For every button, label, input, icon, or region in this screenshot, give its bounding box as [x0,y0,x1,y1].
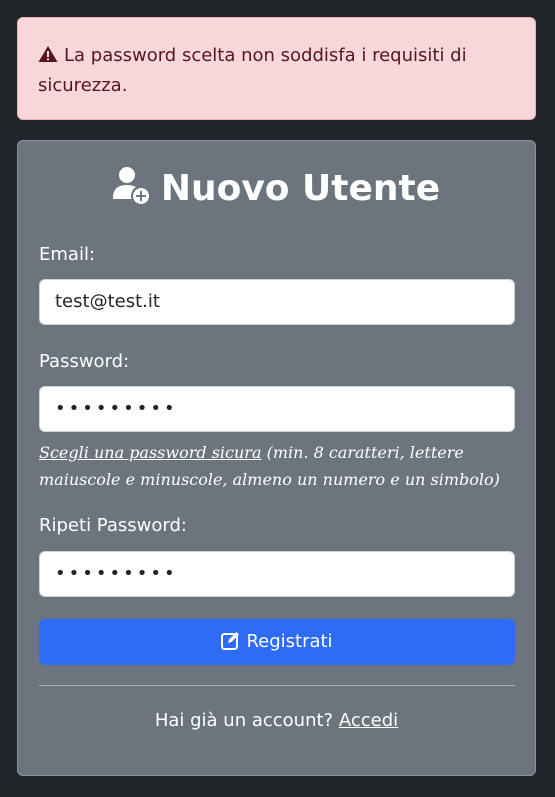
error-alert: La password scelta non soddisfa i requis… [17,17,536,120]
email-label: Email: [39,244,96,265]
repeat-password-input[interactable]: ••••••••• [39,551,515,597]
warning-icon [38,46,58,62]
password-label: Password: [39,351,130,372]
title-text: Nuovo Utente [160,168,441,209]
page-title: Nuovo Utente [18,163,535,215]
login-link[interactable]: Accedi [339,710,398,731]
register-button[interactable]: Registrati [39,619,515,665]
alert-text: La password scelta non soddisfa i requis… [38,45,467,96]
user-plus-icon [112,167,149,204]
login-prompt: Hai già un account? Accedi [18,707,535,735]
register-button-label: Registrati [246,631,333,652]
repeat-password-label: Ripeti Password: [39,515,187,536]
register-card: Nuovo Utente Email: test@test.it Passwor… [17,140,536,776]
email-input[interactable]: test@test.it [39,279,515,325]
password-input[interactable]: ••••••••• [39,386,515,432]
password-hint: Scegli una password sicura (min. 8 carat… [39,439,519,493]
login-prompt-text: Hai già un account? [154,710,334,731]
divider [39,685,515,686]
password-hint-link[interactable]: Scegli una password sicura [39,443,261,462]
edit-icon [221,632,240,650]
